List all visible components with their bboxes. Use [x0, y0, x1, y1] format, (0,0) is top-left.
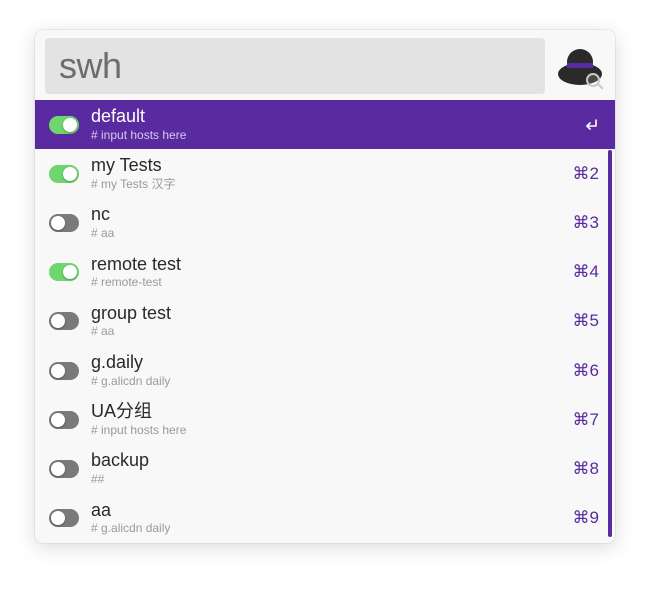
toggle-switch[interactable]	[49, 362, 79, 380]
result-row[interactable]: my Tests # my Tests 汉字 ⌘2	[35, 149, 615, 198]
result-title: g.daily	[91, 352, 561, 374]
toggle-switch[interactable]	[49, 263, 79, 281]
result-subtitle: # aa	[91, 324, 561, 340]
result-text: UA分组 # input hosts here	[91, 401, 561, 438]
results-list: default # input hosts here my Tests # my…	[35, 100, 615, 543]
result-row[interactable]: group test # aa ⌘5	[35, 297, 615, 346]
result-row[interactable]: aa # g.alicdn daily ⌘9	[35, 494, 615, 543]
result-row[interactable]: UA分组 # input hosts here ⌘7	[35, 395, 615, 444]
result-subtitle: # g.alicdn daily	[91, 374, 561, 390]
toggle-switch[interactable]	[49, 411, 79, 429]
shortcut-label: ⌘2	[573, 164, 599, 184]
toggle-switch[interactable]	[49, 165, 79, 183]
result-title: my Tests	[91, 155, 561, 177]
toggle-switch[interactable]	[49, 509, 79, 527]
result-title: remote test	[91, 254, 561, 276]
result-row[interactable]: remote test # remote-test ⌘4	[35, 248, 615, 297]
result-title: default	[91, 106, 571, 128]
result-text: my Tests # my Tests 汉字	[91, 155, 561, 192]
result-row[interactable]: backup ## ⌘8	[35, 444, 615, 493]
toggle-switch[interactable]	[49, 116, 79, 134]
alfred-icon	[555, 41, 605, 91]
toggle-switch[interactable]	[49, 312, 79, 330]
result-text: default # input hosts here	[91, 106, 571, 143]
result-title: backup	[91, 450, 561, 472]
search-row: swh	[35, 30, 615, 100]
result-text: backup ##	[91, 450, 561, 487]
result-title: UA分组	[91, 401, 561, 423]
result-title: group test	[91, 303, 561, 325]
result-text: group test # aa	[91, 303, 561, 340]
search-input[interactable]: swh	[45, 38, 545, 94]
result-row[interactable]: g.daily # g.alicdn daily ⌘6	[35, 346, 615, 395]
result-subtitle: # g.alicdn daily	[91, 521, 561, 537]
result-title: aa	[91, 500, 561, 522]
shortcut-label: ⌘5	[573, 311, 599, 331]
result-subtitle: # input hosts here	[91, 128, 571, 144]
result-row[interactable]: default # input hosts here	[35, 100, 615, 149]
toggle-switch[interactable]	[49, 460, 79, 478]
result-text: remote test # remote-test	[91, 254, 561, 291]
result-subtitle: # aa	[91, 226, 561, 242]
result-subtitle: # input hosts here	[91, 423, 561, 439]
result-text: g.daily # g.alicdn daily	[91, 352, 561, 389]
shortcut-label: ⌘3	[573, 213, 599, 233]
result-row[interactable]: nc # aa ⌘3	[35, 198, 615, 247]
alfred-window: swh default # input hosts here my T	[35, 30, 615, 543]
result-text: aa # g.alicdn daily	[91, 500, 561, 537]
result-subtitle: # remote-test	[91, 275, 561, 291]
result-subtitle: ##	[91, 472, 561, 488]
shortcut-label: ⌘9	[573, 508, 599, 528]
shortcut-label: ⌘6	[573, 361, 599, 381]
shortcut-label: ⌘4	[573, 262, 599, 282]
result-subtitle: # my Tests 汉字	[91, 177, 561, 193]
search-query-text: swh	[59, 48, 531, 84]
result-title: nc	[91, 204, 561, 226]
result-text: nc # aa	[91, 204, 561, 241]
shortcut-label: ⌘7	[573, 410, 599, 430]
return-icon	[583, 118, 599, 132]
toggle-switch[interactable]	[49, 214, 79, 232]
shortcut-label: ⌘8	[573, 459, 599, 479]
